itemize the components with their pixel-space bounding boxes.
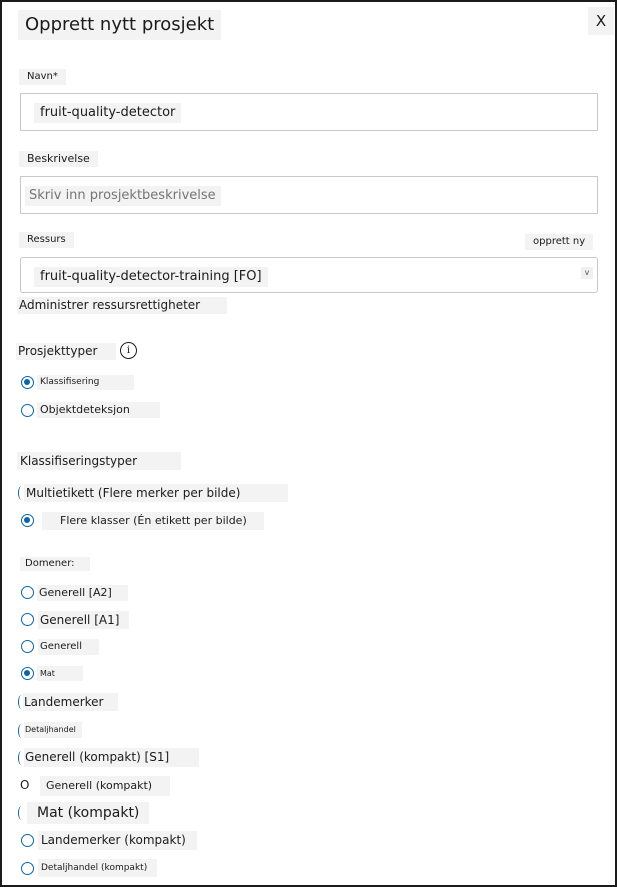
radio-domain-general-compact[interactable]: O bbox=[20, 777, 29, 793]
radio-domain-general[interactable] bbox=[21, 640, 34, 653]
domains-label: Domener: bbox=[20, 557, 90, 571]
manage-resource-permissions-link[interactable]: Administrer ressursrettigheter bbox=[17, 297, 227, 314]
chevron-down-icon: v bbox=[581, 267, 593, 279]
resource-dropdown[interactable]: fruit-quality-detector-training [FO] v bbox=[20, 257, 598, 293]
radio-domain-food-compact[interactable] bbox=[18, 806, 25, 820]
option-domain-general-a2-label: Generell [A2] bbox=[37, 585, 128, 601]
radio-domain-retail-compact[interactable] bbox=[21, 862, 34, 875]
radio-domain-general-a2[interactable] bbox=[21, 586, 34, 599]
radio-domain-landmarks-compact[interactable] bbox=[21, 834, 34, 847]
name-value: fruit-quality-detector bbox=[34, 103, 182, 123]
name-field[interactable]: fruit-quality-detector bbox=[20, 93, 598, 131]
radio-domain-food[interactable] bbox=[21, 667, 34, 680]
radio-object-detection[interactable] bbox=[21, 404, 34, 417]
option-multiclass-label: Flere klasser (Én etikett per bilde) bbox=[42, 512, 264, 530]
option-domain-general-a1-label: Generell [A1] bbox=[38, 611, 129, 629]
option-domain-landmarks-label: Landemerker bbox=[23, 693, 118, 711]
description-field[interactable] bbox=[20, 176, 598, 214]
option-domain-food-label: Mat bbox=[37, 666, 83, 681]
option-multilabel-label: Multietikett (Flere merker per bilde) bbox=[24, 484, 288, 502]
option-domain-food-compact-label: Mat (kompakt) bbox=[27, 802, 149, 824]
info-icon[interactable]: i bbox=[120, 342, 137, 359]
dialog-title: Opprett nytt prosjekt bbox=[18, 10, 222, 40]
create-new-resource-link[interactable]: opprett ny bbox=[525, 234, 594, 250]
option-domain-general-compact-label: Generell (kompakt) bbox=[40, 776, 170, 796]
radio-domain-general-a1[interactable] bbox=[21, 613, 34, 626]
close-button[interactable]: X bbox=[588, 7, 614, 35]
resource-selected: fruit-quality-detector-training [FO] bbox=[34, 267, 268, 287]
description-input[interactable] bbox=[29, 188, 217, 203]
option-domain-general-compact-s1-label: Generell (kompakt) [S1] bbox=[24, 748, 199, 767]
option-domain-general-label: Generell bbox=[38, 639, 99, 655]
project-types-label: Prosjekttyper bbox=[16, 343, 116, 360]
radio-multiclass[interactable] bbox=[21, 514, 34, 527]
resource-label: Ressurs bbox=[19, 232, 74, 248]
create-project-dialog: Opprett nytt prosjekt X Navn* fruit-qual… bbox=[0, 0, 617, 887]
classification-types-label: Klassifiseringstyper bbox=[17, 452, 181, 470]
option-classification-label: Klassifisering bbox=[37, 375, 134, 390]
option-domain-retail-label: Detaljhandel bbox=[24, 722, 82, 738]
radio-classification[interactable] bbox=[21, 376, 34, 389]
description-label: Beskrivelse bbox=[19, 151, 98, 167]
option-domain-retail-compact-label: Detaljhandel (kompakt) bbox=[38, 859, 157, 877]
option-domain-landmarks-compact-label: Landemerker (kompakt) bbox=[38, 831, 197, 850]
option-object-detection-label: Objektdeteksjon bbox=[37, 402, 160, 418]
name-label: Navn* bbox=[19, 69, 66, 85]
